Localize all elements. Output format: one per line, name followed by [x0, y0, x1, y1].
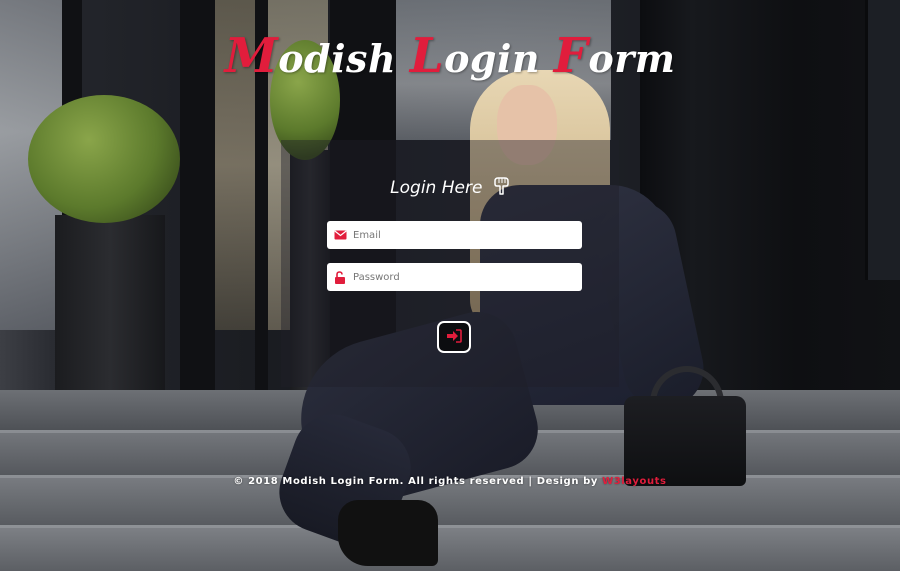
- login-heading: Login Here: [0, 177, 900, 200]
- step-edge: [0, 525, 900, 528]
- envelope-icon: [327, 221, 353, 249]
- shrub-left: [28, 95, 180, 223]
- unlock-icon: [327, 263, 353, 291]
- title-rest-2: ogin: [444, 36, 554, 81]
- password-input[interactable]: [353, 264, 582, 290]
- title-rest-3: orm: [588, 36, 676, 81]
- title-cap-2: L: [409, 28, 445, 84]
- title-rest-1: odish: [278, 36, 410, 81]
- footer: © 2018 Modish Login Form. All rights res…: [0, 476, 900, 487]
- step: [0, 525, 900, 571]
- hand-pointing-down-icon: [494, 177, 510, 200]
- model-shoe: [338, 500, 438, 566]
- handbag: [624, 396, 746, 486]
- email-field[interactable]: [327, 221, 582, 249]
- sign-in-icon: [446, 328, 462, 346]
- planter-left: [55, 215, 165, 390]
- footer-designer-link[interactable]: W3layouts: [602, 476, 667, 487]
- page-title: Modish Login Form: [0, 28, 900, 84]
- email-input[interactable]: [353, 222, 582, 248]
- title-cap-3: F: [553, 28, 589, 84]
- login-heading-text: Login Here: [390, 178, 483, 198]
- password-field[interactable]: [327, 263, 582, 291]
- sign-in-button[interactable]: [437, 321, 471, 353]
- title-cap-1: M: [224, 28, 279, 84]
- footer-copyright: © 2018 Modish Login Form. All rights res…: [233, 476, 598, 487]
